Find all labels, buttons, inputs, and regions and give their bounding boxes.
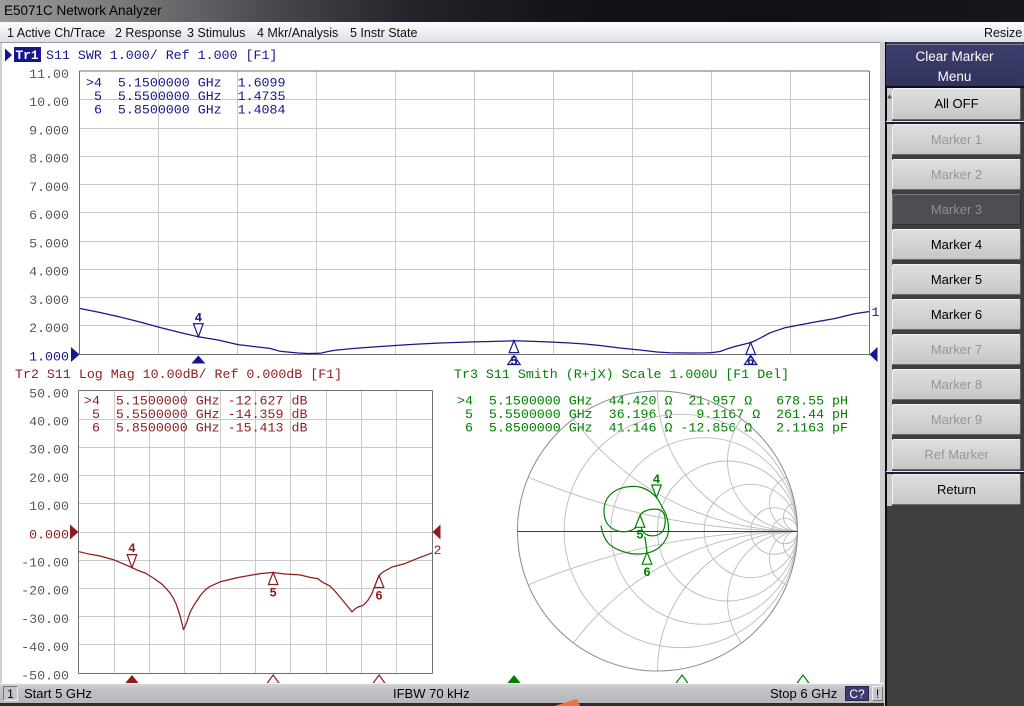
svg-text:-50.00: -50.00 — [21, 668, 69, 683]
svg-text:S11 SWR 1.000/ Ref 1.000 [F1]: S11 SWR 1.000/ Ref 1.000 [F1] — [46, 48, 277, 63]
svg-text:4: 4 — [653, 473, 661, 487]
svg-text:1: 1 — [872, 305, 880, 320]
svg-text:6: 6 — [643, 566, 651, 580]
svg-text:11.00: 11.00 — [29, 67, 69, 82]
svg-text:Tr2 S11 Log Mag 10.00dB/ Ref 0: Tr2 S11 Log Mag 10.00dB/ Ref 0.000dB [F1… — [15, 367, 342, 382]
svg-text:10.00: 10.00 — [29, 499, 69, 514]
svg-text:0.000: 0.000 — [29, 527, 69, 542]
svg-text:4: 4 — [195, 311, 203, 325]
svg-text:5: 5 — [636, 528, 644, 542]
svg-text:-40.00: -40.00 — [21, 640, 69, 655]
svg-text:4.000: 4.000 — [29, 265, 69, 280]
svg-text:7.000: 7.000 — [29, 180, 69, 195]
svg-text:5.000: 5.000 — [29, 236, 69, 251]
svg-text:Tr3 S11 Smith (R+jX) Scale 1.0: Tr3 S11 Smith (R+jX) Scale 1.000U [F1 De… — [454, 367, 789, 382]
svg-text:20.00: 20.00 — [29, 471, 69, 486]
svg-text:2.000: 2.000 — [29, 321, 69, 336]
svg-text:6.000: 6.000 — [29, 208, 69, 223]
svg-text:6: 6 — [375, 589, 383, 603]
svg-text:6 5.8500000 GHz 41.146 Ω -12: 6 5.8500000 GHz 41.146 Ω -12.856 Ω 2.116… — [457, 421, 848, 436]
svg-text:-20.00: -20.00 — [21, 584, 69, 599]
svg-text:4: 4 — [128, 542, 136, 556]
svg-text:9.000: 9.000 — [29, 123, 69, 138]
svg-text:10.00: 10.00 — [29, 95, 69, 110]
svg-text:-30.00: -30.00 — [21, 612, 69, 627]
svg-text:40.00: 40.00 — [29, 415, 69, 430]
svg-text:50.00: 50.00 — [29, 386, 69, 401]
svg-text:Tr1: Tr1 — [16, 48, 39, 63]
svg-text:6 5.8500000 GHz -15.413 dB: 6 5.8500000 GHz -15.413 dB — [84, 421, 307, 436]
svg-text:8.000: 8.000 — [29, 152, 69, 167]
svg-text:3.000: 3.000 — [29, 293, 69, 308]
svg-text:2: 2 — [434, 543, 442, 558]
svg-text:5: 5 — [269, 586, 277, 600]
svg-text:-10.00: -10.00 — [21, 556, 69, 571]
svg-text:30.00: 30.00 — [29, 443, 69, 458]
svg-text:6 5.8500000 GHz 1.4084: 6 5.8500000 GHz 1.4084 — [86, 103, 286, 118]
svg-text:1.000: 1.000 — [29, 349, 69, 364]
